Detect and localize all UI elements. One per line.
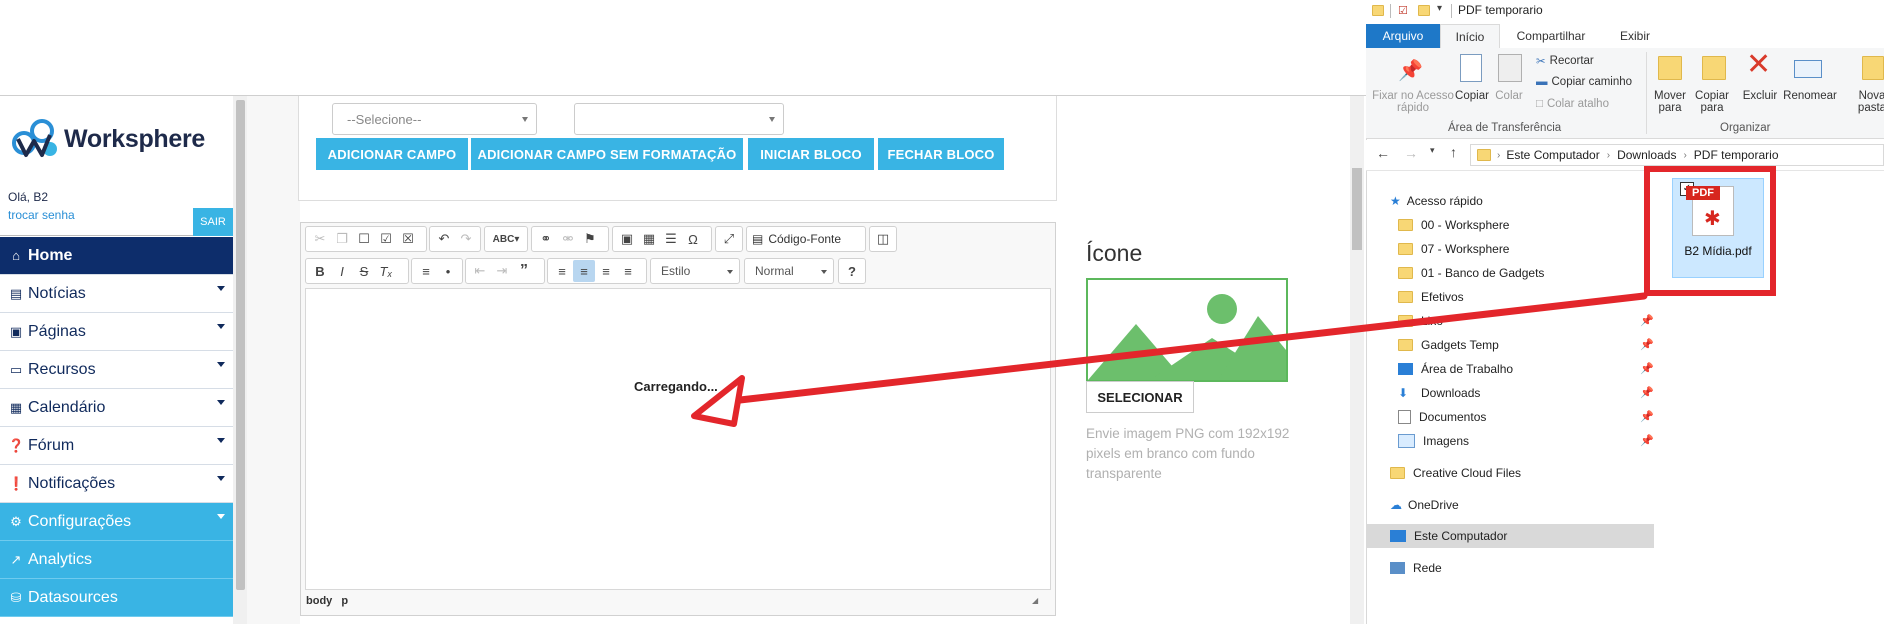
annotation-arrow (691, 292, 1648, 427)
